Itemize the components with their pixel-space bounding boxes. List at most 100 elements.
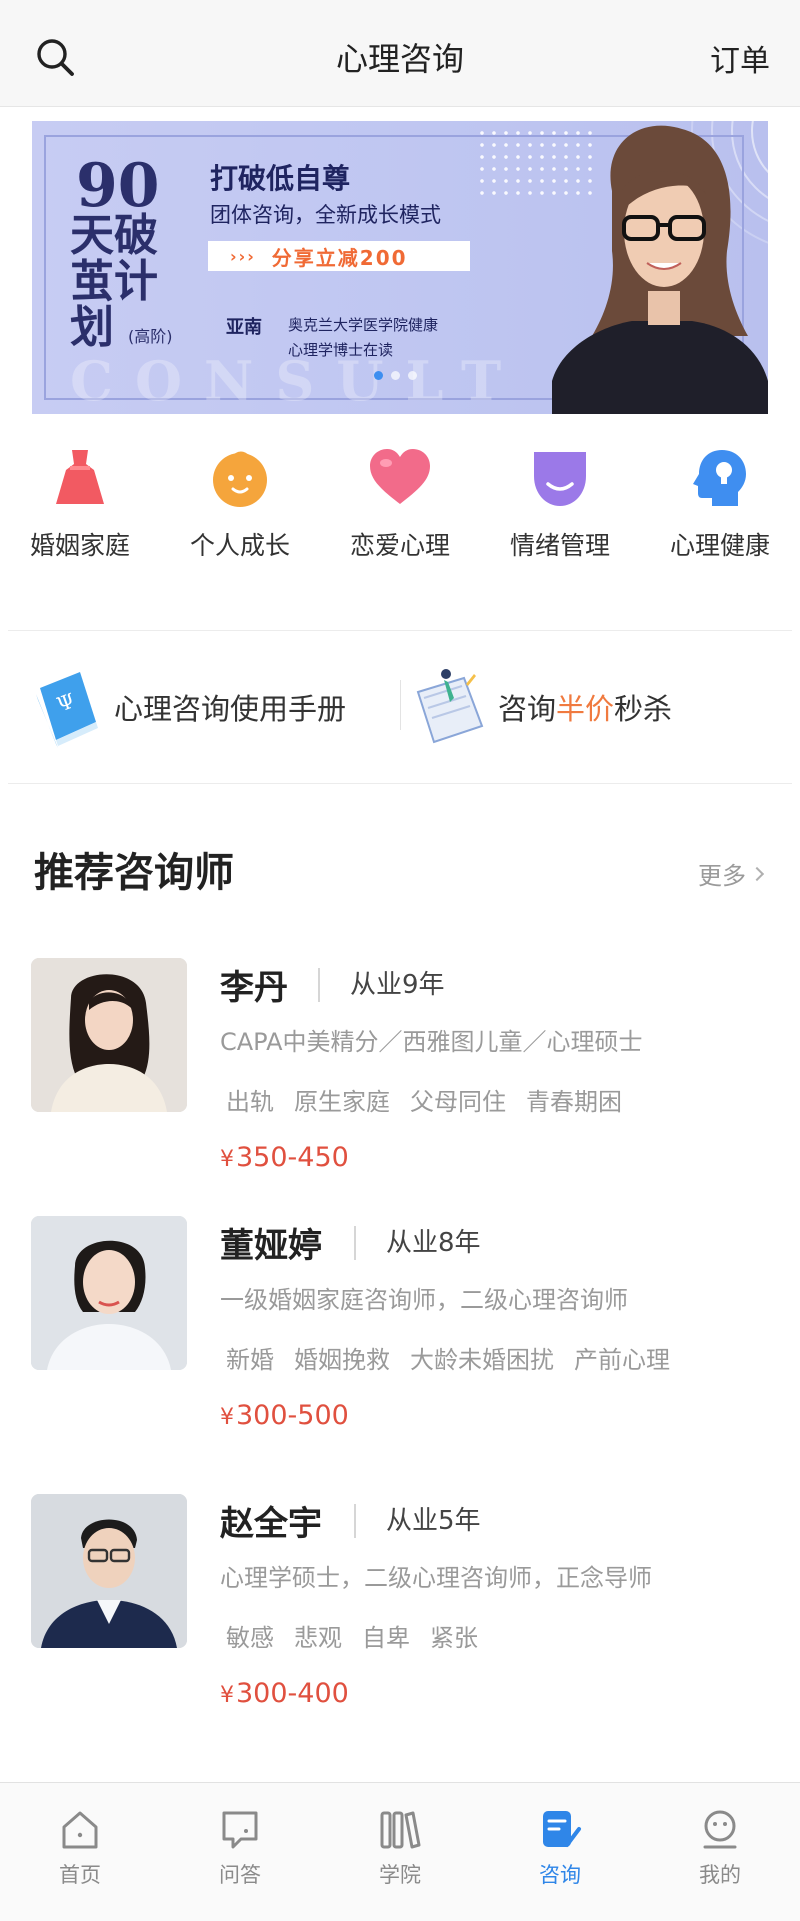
category-personal-growth[interactable]: 个人成长 <box>160 446 320 566</box>
tag: 敏感 <box>226 1624 274 1652</box>
orders-link[interactable]: 订单 <box>710 36 770 80</box>
smile-mask-icon <box>534 452 586 506</box>
tab-label: 我的 <box>699 1863 741 1887</box>
home-icon <box>62 1811 98 1849</box>
name-separator <box>354 1504 356 1538</box>
book-icon: Ψ <box>36 672 98 748</box>
currency-symbol: ¥ <box>220 1405 234 1430</box>
counselor-photo <box>31 1494 187 1648</box>
profile-face-icon <box>703 1810 737 1849</box>
tag: 父母同住 <box>410 1088 506 1116</box>
banner-speaker-credentials: 奥克兰大学医学院健康 心理学博士在读 <box>288 313 438 363</box>
tag: 青春期困 <box>526 1088 622 1116</box>
credentials-line-2: 心理学博士在读 <box>288 341 394 359</box>
pager-dot-3[interactable] <box>408 371 417 380</box>
banner-pager[interactable] <box>374 371 417 380</box>
category-love-psychology[interactable]: 恋爱心理 <box>320 446 480 566</box>
flash-sale-card[interactable]: 咨询半价秒杀 <box>414 662 672 752</box>
consult-note-icon <box>543 1811 581 1847</box>
counselor-credentials: 一级婚姻家庭咨询师，二级心理咨询师 <box>220 1286 628 1314</box>
pager-dot-2[interactable] <box>391 371 400 380</box>
banner-plan-sub: (高阶) <box>128 327 173 346</box>
flash-sale-suffix: 秒杀 <box>614 692 673 726</box>
flash-sale-highlight: 半价 <box>556 692 615 726</box>
tag: 产前心理 <box>574 1346 670 1374</box>
head-profile-icon <box>693 450 746 506</box>
counselor-name: 李丹 <box>220 968 288 1008</box>
category-label: 婚姻家庭 <box>29 531 130 560</box>
tag: 自卑 <box>362 1624 410 1652</box>
promo-arrows-icon: ››› <box>230 246 256 266</box>
feature-separator <box>400 680 401 730</box>
tag: 新婚 <box>226 1346 274 1374</box>
banner-speaker-name: 亚南 <box>226 317 262 338</box>
section-divider <box>8 630 792 631</box>
banner-promo-strip: ››› 分享立减200 <box>208 241 470 271</box>
counselor-tags: 新婚 婚姻挽救 大龄未婚困扰 产前心理 <box>226 1340 670 1375</box>
top-nav-bar: 心理咨询 订单 <box>0 0 800 107</box>
counselor-credentials: 心理学硕士，二级心理咨询师，正念导师 <box>220 1564 652 1592</box>
books-icon <box>380 1811 421 1849</box>
counselor-years: 从业5年 <box>386 1506 481 1536</box>
dress-icon <box>56 450 104 504</box>
heart-icon <box>370 449 430 504</box>
currency-symbol: ¥ <box>220 1683 234 1708</box>
tag: 大龄未婚困扰 <box>410 1346 554 1374</box>
counselor-card[interactable]: 李丹 从业9年 CAPA中美精分／西雅图儿童／心理硕士 出轨 原生家庭 父母同住… <box>0 958 800 1198</box>
more-link[interactable]: 更多 <box>698 856 765 891</box>
counselor-photo <box>31 958 187 1112</box>
speaker-photo <box>552 125 768 414</box>
promo-banner[interactable]: CONSULT 90 天破茧计划 (高阶) 打破低自尊 团体咨询，全新成长模式 … <box>32 121 768 414</box>
pager-dot-1[interactable] <box>374 371 383 380</box>
notebook-illustration-icon <box>416 669 484 744</box>
counselor-price: ¥300-500 <box>220 1400 349 1431</box>
tab-mine[interactable]: 我的 <box>640 1783 800 1921</box>
counselor-price: ¥350-450 <box>220 1142 349 1173</box>
counselor-tags: 敏感 悲观 自卑 紧张 <box>226 1618 478 1653</box>
manual-label: 心理咨询使用手册 <box>114 692 347 726</box>
category-label: 个人成长 <box>189 531 290 560</box>
counselor-card[interactable]: 赵全宇 从业5年 心理学硕士，二级心理咨询师，正念导师 敏感 悲观 自卑 紧张 … <box>0 1494 800 1734</box>
banner-promo-text: 分享立减200 <box>271 245 408 270</box>
tab-academy[interactable]: 学院 <box>320 1783 480 1921</box>
category-mental-health[interactable]: 心理健康 <box>640 446 800 566</box>
baby-face-icon <box>213 451 267 507</box>
banner-subline: 团体咨询，全新成长模式 <box>210 203 441 227</box>
counselor-credentials: CAPA中美精分／西雅图儿童／心理硕士 <box>220 1028 643 1056</box>
category-label: 心理健康 <box>669 531 770 560</box>
tag: 悲观 <box>294 1624 342 1652</box>
section-title: 推荐咨询师 <box>34 850 234 896</box>
category-grid: 婚姻家庭 个人成长 恋爱心理 情绪管理 心理健康 <box>0 446 800 566</box>
name-separator <box>318 968 320 1002</box>
category-emotion-management[interactable]: 情绪管理 <box>480 446 640 566</box>
tab-label: 学院 <box>379 1863 421 1887</box>
category-marriage-family[interactable]: 婚姻家庭 <box>0 446 160 566</box>
tag: 出轨 <box>226 1088 274 1116</box>
counselor-tags: 出轨 原生家庭 父母同住 青春期困 <box>226 1082 622 1117</box>
tab-home[interactable]: 首页 <box>0 1783 160 1921</box>
section-divider <box>8 783 792 784</box>
price-range: 300-500 <box>236 1400 349 1431</box>
tab-consult[interactable]: 咨询 <box>480 1783 640 1921</box>
page-title: 心理咨询 <box>335 40 464 78</box>
tag: 紧张 <box>430 1624 478 1652</box>
chevron-right-icon <box>749 866 765 881</box>
counselor-name: 董娅婷 <box>220 1226 322 1266</box>
bottom-tab-bar: 首页 问答 学院 咨询 我的 <box>0 1782 800 1921</box>
more-label: 更多 <box>698 862 746 890</box>
category-label: 恋爱心理 <box>349 531 450 560</box>
tag: 婚姻挽救 <box>294 1346 390 1374</box>
credentials-line-1: 奥克兰大学医学院健康 <box>288 316 439 334</box>
manual-card[interactable]: Ψ 心理咨询使用手册 <box>30 662 346 752</box>
tab-label: 咨询 <box>539 1863 581 1887</box>
flash-sale-prefix: 咨询 <box>498 692 557 726</box>
counselor-card[interactable]: 董娅婷 从业8年 一级婚姻家庭咨询师，二级心理咨询师 新婚 婚姻挽救 大龄未婚困… <box>0 1216 800 1456</box>
tab-label: 首页 <box>59 1863 101 1887</box>
counselor-price: ¥300-400 <box>220 1678 349 1709</box>
tab-qa[interactable]: 问答 <box>160 1783 320 1921</box>
tag: 原生家庭 <box>294 1088 390 1116</box>
category-label: 情绪管理 <box>509 531 610 560</box>
counselor-name: 赵全宇 <box>220 1504 322 1544</box>
tab-label: 问答 <box>219 1863 261 1887</box>
counselor-photo <box>31 1216 187 1370</box>
